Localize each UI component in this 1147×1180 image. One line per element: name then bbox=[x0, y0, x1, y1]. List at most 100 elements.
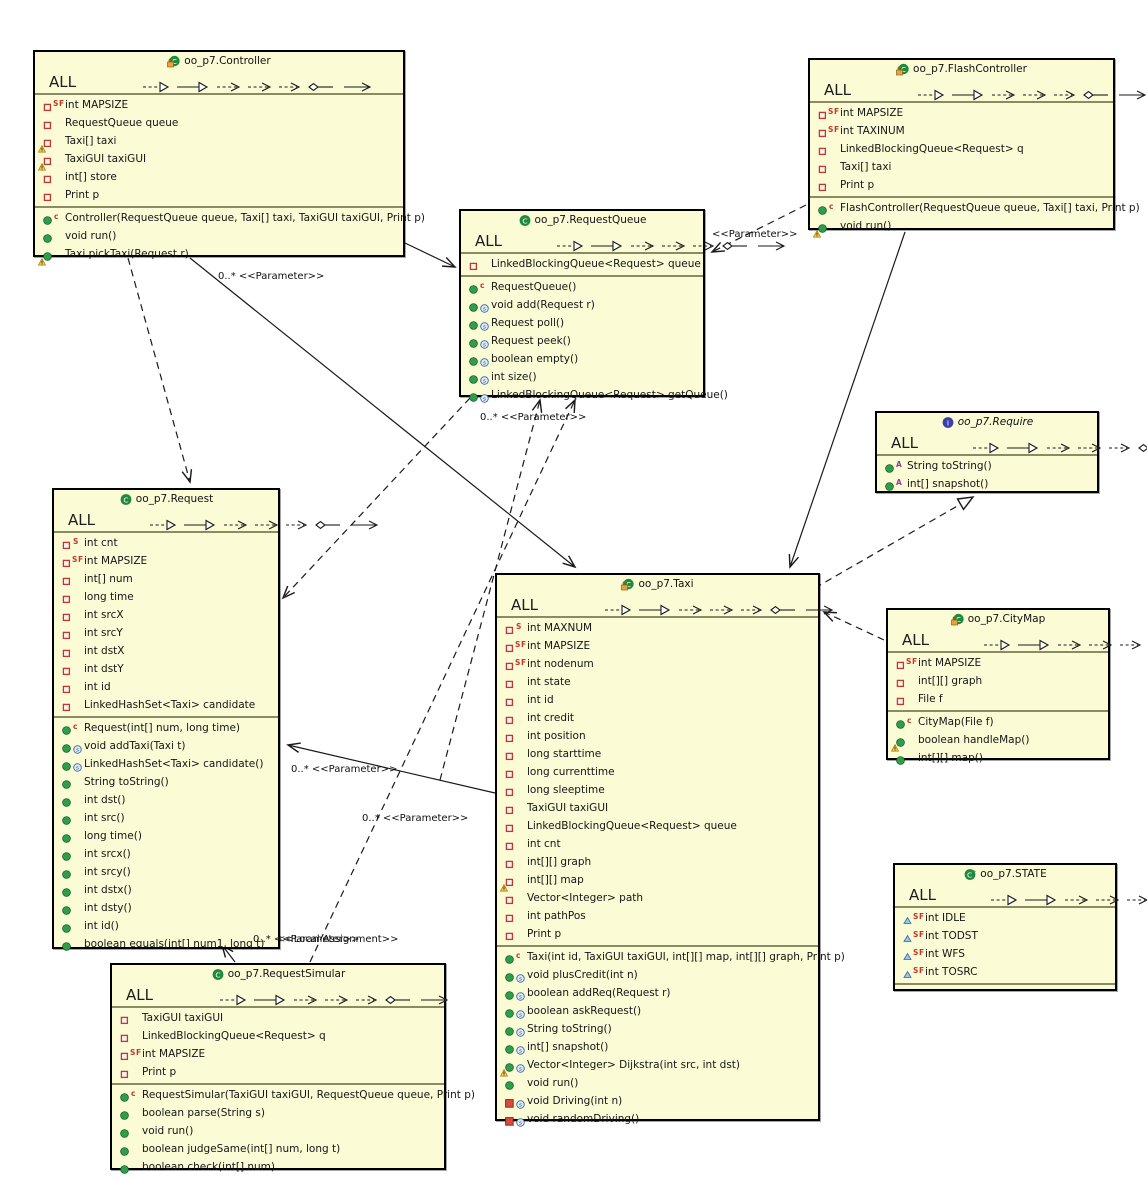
field-row[interactable]: int srcX bbox=[54, 606, 278, 624]
field-row[interactable]: S Fint MAPSIZE bbox=[810, 104, 1113, 122]
method-row[interactable]: c Taxi(int id, TaxiGUI taxiGUI, int[][] m… bbox=[497, 948, 845, 966]
method-row[interactable]: s Request poll() bbox=[461, 314, 703, 332]
method-row[interactable]: Aint[] snapshot() bbox=[877, 475, 1097, 493]
field-row[interactable]: LinkedBlockingQueue<Request> q bbox=[112, 1027, 444, 1045]
method-row[interactable]: s void randomDriving() bbox=[497, 1110, 818, 1128]
field-row[interactable]: int[] store bbox=[35, 168, 403, 186]
field-row[interactable]: int id bbox=[497, 691, 818, 709]
field-row[interactable]: int position bbox=[497, 727, 818, 745]
class-box-taxi[interactable]: Coo_p7.Taxi ALL Sint MAXNUM S Fint MAPSIZE S F… bbox=[495, 573, 845, 1127]
field-row[interactable]: Taxi[] taxi bbox=[35, 132, 403, 153]
toolbar-all-label[interactable]: ALL bbox=[475, 232, 502, 250]
field-row[interactable]: S Fint MAPSIZE bbox=[888, 654, 1108, 672]
field-row[interactable]: int[] num bbox=[54, 570, 278, 588]
method-row[interactable]: s int[] snapshot() bbox=[497, 1038, 818, 1056]
field-row[interactable]: int credit bbox=[497, 709, 818, 727]
field-row[interactable]: int dstY bbox=[54, 660, 278, 678]
method-row[interactable]: boolean equals(int[] num1, long t) bbox=[54, 935, 278, 953]
field-row[interactable]: TaxiGUI taxiGUI bbox=[35, 150, 403, 171]
field-row[interactable]: Print p bbox=[810, 176, 1113, 194]
class-box-citymap[interactable]: Coo_p7.CityMap ALL S Fint MAPSIZE int[][] gr… bbox=[886, 608, 1142, 765]
field-row[interactable]: Print p bbox=[35, 186, 403, 204]
toolbar-all-label[interactable]: ALL bbox=[824, 81, 851, 99]
method-row[interactable]: c RequestSimular(TaxiGUI taxiGUI, Request… bbox=[112, 1086, 475, 1104]
class-box-requestqueue[interactable]: Coo_p7.RequestQueue ALL LinkedBlockingQueu… bbox=[459, 209, 786, 403]
method-row[interactable]: s LinkedBlockingQueue<Request> getQueue() bbox=[461, 386, 728, 404]
field-row[interactable]: int[][] graph bbox=[888, 672, 1108, 690]
field-row[interactable]: S Fint IDLE bbox=[895, 909, 1115, 927]
method-row[interactable]: s void plusCredit(int n) bbox=[497, 966, 818, 984]
method-row[interactable]: int dsty() bbox=[54, 899, 278, 917]
method-row[interactable]: int srcy() bbox=[54, 863, 278, 881]
toolbar-all-label[interactable]: ALL bbox=[909, 886, 936, 904]
field-row[interactable]: long sleeptime bbox=[497, 781, 818, 799]
field-row[interactable]: S Fint MAPSIZE bbox=[112, 1045, 444, 1063]
field-row[interactable]: int state bbox=[497, 673, 818, 691]
method-row[interactable]: boolean parse(String s) bbox=[112, 1104, 444, 1122]
class-toolbar-citymap[interactable]: ALL bbox=[888, 629, 1142, 653]
method-row[interactable]: s int size() bbox=[461, 368, 703, 386]
field-row[interactable]: Sint cnt bbox=[54, 534, 278, 552]
field-row[interactable]: int dstX bbox=[54, 642, 278, 660]
field-row[interactable]: LinkedHashSet<Taxi> candidate bbox=[54, 696, 278, 714]
method-row[interactable]: int dstx() bbox=[54, 881, 278, 899]
class-box-require[interactable]: Ioo_p7.Require ALL A String toString() Aint[… bbox=[875, 411, 1147, 493]
field-row[interactable]: int srcY bbox=[54, 624, 278, 642]
field-row[interactable]: S Fint TAXINUM bbox=[810, 122, 1113, 140]
class-toolbar-state[interactable]: ALL bbox=[895, 884, 1147, 908]
field-row[interactable]: int[][] map bbox=[497, 871, 818, 892]
method-row[interactable]: boolean check(int[] num) bbox=[112, 1158, 444, 1176]
method-row[interactable]: int dst() bbox=[54, 791, 278, 809]
field-row[interactable]: Print p bbox=[497, 925, 818, 943]
method-row[interactable]: s LinkedHashSet<Taxi> candidate() bbox=[54, 755, 278, 773]
class-toolbar-request[interactable]: ALL bbox=[54, 509, 379, 533]
field-row[interactable]: Vector<Integer> path bbox=[497, 889, 818, 907]
method-row[interactable]: boolean handleMap() bbox=[888, 731, 1108, 752]
toolbar-all-label[interactable]: ALL bbox=[49, 73, 76, 91]
class-box-request[interactable]: Coo_p7.Request ALL Sint cnt S Fint MAPSIZE in… bbox=[52, 488, 379, 951]
method-row[interactable]: boolean judgeSame(int[] num, long t) bbox=[112, 1140, 444, 1158]
method-row[interactable]: s void addTaxi(Taxi t) bbox=[54, 737, 278, 755]
method-row[interactable]: int src() bbox=[54, 809, 278, 827]
toolbar-all-label[interactable]: ALL bbox=[511, 596, 538, 614]
field-row[interactable]: LinkedBlockingQueue<Request> queue bbox=[461, 255, 703, 273]
method-row[interactable]: s void Driving(int n) bbox=[497, 1092, 818, 1110]
field-row[interactable]: long time bbox=[54, 588, 278, 606]
class-box-requestsimular[interactable]: Coo_p7.RequestSimular ALL TaxiGUI taxiGUI L… bbox=[110, 963, 475, 1174]
class-box-flashcontroller[interactable]: Coo_p7.FlashController ALL S Fint MAPSIZE S F… bbox=[808, 58, 1147, 238]
class-toolbar-controller[interactable]: ALL bbox=[35, 71, 403, 95]
field-row[interactable]: int cnt bbox=[497, 835, 818, 853]
class-box-controller[interactable]: Coo_p7.Controller ALL S Fint MAPSIZE Request… bbox=[33, 50, 425, 266]
method-row[interactable]: s boolean addReq(Request r) bbox=[497, 984, 818, 1002]
field-row[interactable]: TaxiGUI taxiGUI bbox=[497, 799, 818, 817]
method-row[interactable]: c CityMap(File f) bbox=[888, 713, 1108, 731]
field-row[interactable]: Sint MAXNUM bbox=[497, 619, 818, 637]
method-row[interactable]: String toString() bbox=[54, 773, 278, 791]
field-row[interactable]: Print p bbox=[112, 1063, 444, 1081]
field-row[interactable]: int id bbox=[54, 678, 278, 696]
field-row[interactable]: int pathPos bbox=[497, 907, 818, 925]
toolbar-all-label[interactable]: ALL bbox=[891, 434, 918, 452]
method-row[interactable]: s String toString() bbox=[497, 1020, 818, 1038]
toolbar-all-label[interactable]: ALL bbox=[126, 986, 153, 1004]
class-toolbar-taxi[interactable]: ALL bbox=[497, 594, 834, 618]
method-row[interactable]: long time() bbox=[54, 827, 278, 845]
field-row[interactable]: S Fint nodenum bbox=[497, 655, 818, 673]
field-row[interactable]: long starttime bbox=[497, 745, 818, 763]
method-row[interactable]: A String toString() bbox=[877, 457, 1097, 475]
method-row[interactable]: s Request peek() bbox=[461, 332, 703, 350]
field-row[interactable]: LinkedBlockingQueue<Request> q bbox=[810, 140, 1113, 158]
method-row[interactable]: s boolean askRequest() bbox=[497, 1002, 818, 1020]
toolbar-all-label[interactable]: ALL bbox=[68, 511, 95, 529]
method-row[interactable]: s Vector<Integer> Dijkstra(int src, int d… bbox=[497, 1056, 818, 1077]
method-row[interactable]: int[][] map() bbox=[888, 749, 1108, 767]
class-toolbar-requestqueue[interactable]: ALL bbox=[461, 230, 786, 254]
field-row[interactable]: File f bbox=[888, 690, 1108, 708]
field-row[interactable]: S Fint MAPSIZE bbox=[35, 96, 403, 114]
class-toolbar-require[interactable]: ALL bbox=[877, 432, 1147, 456]
method-row[interactable]: void run() bbox=[112, 1122, 444, 1140]
method-row[interactable]: void run() bbox=[810, 217, 1113, 238]
field-row[interactable]: TaxiGUI taxiGUI bbox=[112, 1009, 444, 1027]
field-row[interactable]: S Fint WFS bbox=[895, 945, 1115, 963]
field-row[interactable]: S Fint MAPSIZE bbox=[497, 637, 818, 655]
